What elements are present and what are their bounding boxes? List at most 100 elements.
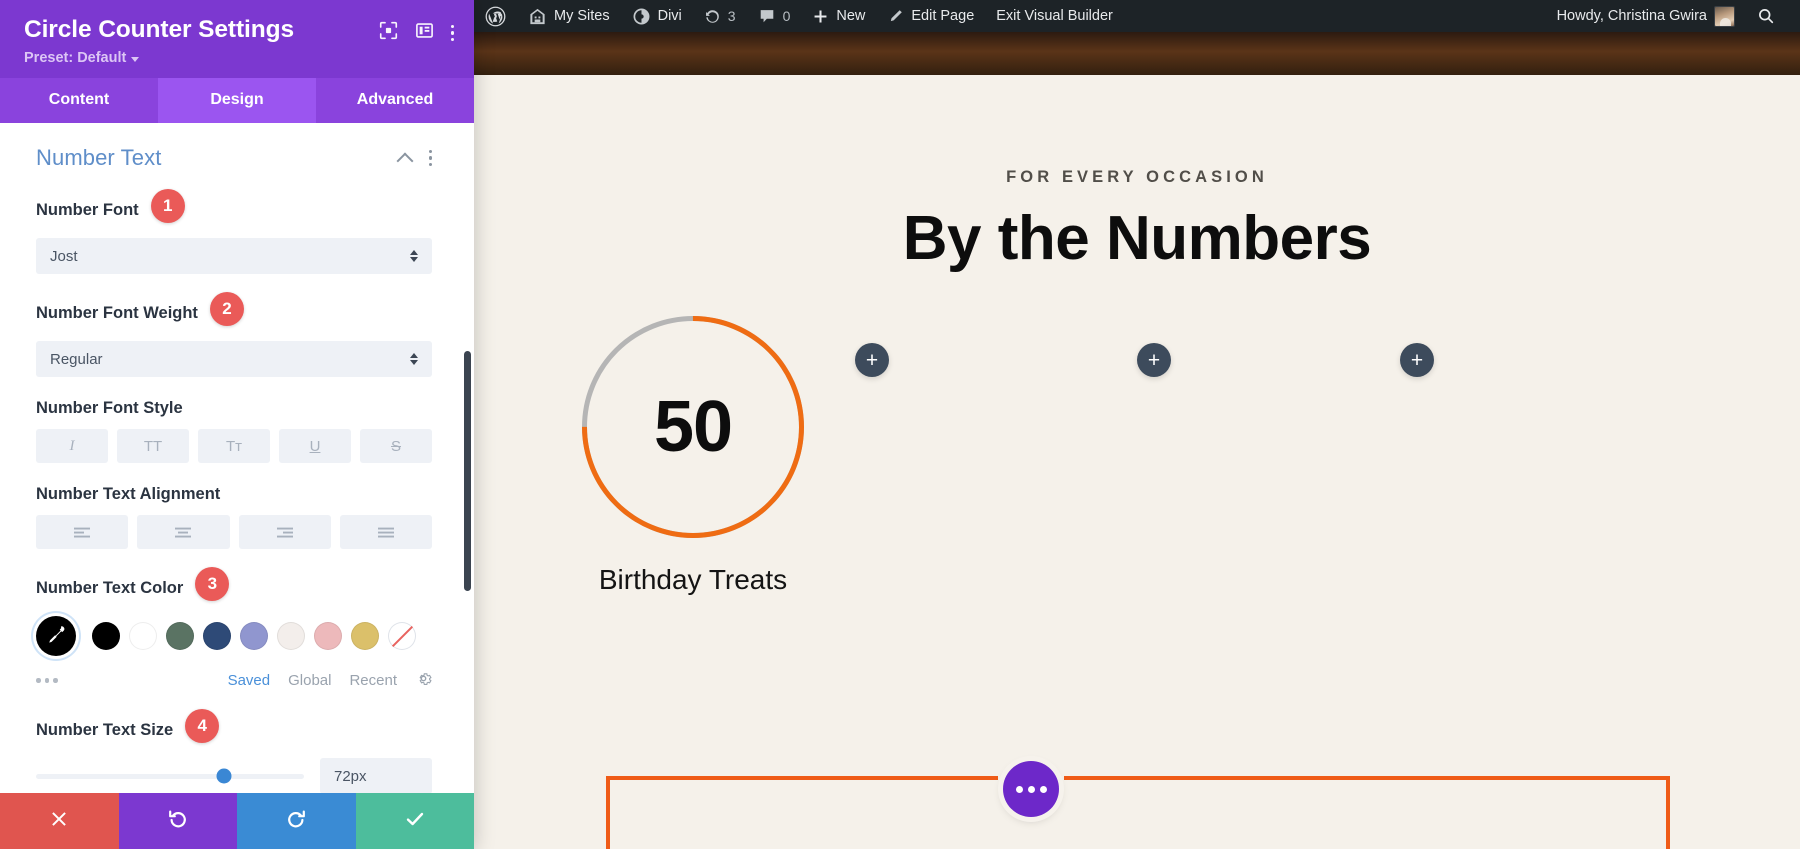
horizontal-dots-icon[interactable] <box>36 678 58 683</box>
close-icon <box>49 809 69 834</box>
edit-page-label: Edit Page <box>911 8 975 24</box>
swatch-periwinkle[interactable] <box>240 622 268 650</box>
section-settings-fab[interactable] <box>1003 761 1059 817</box>
chevron-updown-icon <box>410 353 418 365</box>
wordpress-logo-menu[interactable] <box>474 0 517 32</box>
sites-icon <box>528 7 547 26</box>
swatch-no-color[interactable] <box>388 622 416 650</box>
number-font-weight-select[interactable]: Regular <box>36 341 432 377</box>
panel-scrollbar[interactable] <box>464 351 471 591</box>
modules-row: 50 Birthday Treats + + + <box>474 270 1800 646</box>
number-font-label: Number Font <box>36 200 139 219</box>
color-tab-global[interactable]: Global <box>288 672 331 689</box>
search-button[interactable] <box>1746 0 1786 32</box>
number-text-color-label: Number Text Color <box>36 578 184 597</box>
align-justify-button[interactable] <box>339 515 432 549</box>
uppercase-button[interactable]: TT <box>117 429 189 463</box>
underline-button[interactable]: U <box>279 429 351 463</box>
circle-counter-module[interactable]: 50 Birthday Treats <box>536 270 850 596</box>
align-right-button[interactable] <box>238 515 331 549</box>
add-module-button-2[interactable]: + <box>855 343 889 377</box>
focus-target-icon[interactable] <box>379 21 398 45</box>
gear-icon[interactable] <box>415 670 432 691</box>
slider-thumb[interactable] <box>216 768 232 784</box>
panel-scroll-content: Number Text Number Font 1 Jost Number Fo… <box>0 123 474 793</box>
save-button[interactable] <box>355 793 474 849</box>
module-settings-panel: Circle Counter Settings Preset: Default … <box>0 0 474 849</box>
horizontal-dots-icon <box>1015 785 1023 793</box>
updates-icon <box>704 8 721 25</box>
undo-icon <box>167 808 189 835</box>
tab-design[interactable]: Design <box>158 78 316 123</box>
tab-advanced[interactable]: Advanced <box>316 78 474 123</box>
page-title: By the Numbers <box>902 204 1372 273</box>
my-sites-label: My Sites <box>554 8 610 24</box>
updates-menu[interactable]: 3 <box>693 0 747 32</box>
layout-toggle-icon[interactable] <box>415 21 434 45</box>
chevron-updown-icon <box>410 250 418 262</box>
callout-badge-2: 2 <box>209 292 244 326</box>
align-center-button[interactable] <box>137 515 230 549</box>
swatch-pink[interactable] <box>314 622 342 650</box>
align-left-button[interactable] <box>36 515 129 549</box>
number-text-size-value[interactable]: 72px <box>320 758 432 793</box>
panel-body: Number Text Number Font 1 Jost Number Fo… <box>0 123 474 793</box>
plus-icon: + <box>1147 348 1161 372</box>
exit-visual-builder-label: Exit Visual Builder <box>996 8 1113 24</box>
redo-button[interactable] <box>237 793 356 849</box>
number-font-select[interactable]: Jost <box>36 238 432 274</box>
check-icon <box>404 808 426 835</box>
chevron-down-icon <box>131 56 140 62</box>
exit-visual-builder-link[interactable]: Exit Visual Builder <box>985 0 1124 32</box>
admin-bar-left-group: My Sites Divi 3 0 New Edit Page Exit Vis… <box>474 0 1124 32</box>
add-module-button-4[interactable]: + <box>1400 343 1434 377</box>
number-text-size-slider[interactable] <box>36 768 304 784</box>
field-number-text-alignment: Number Text Alignment <box>36 485 432 549</box>
callout-badge-4: 4 <box>185 709 220 743</box>
cancel-button[interactable] <box>0 793 119 849</box>
panel-menu-icon[interactable] <box>450 24 454 42</box>
redo-icon <box>285 808 307 835</box>
color-tab-saved[interactable]: Saved <box>228 672 271 689</box>
new-content-menu[interactable]: New <box>801 0 876 32</box>
number-text-size-label: Number Text Size <box>36 720 174 739</box>
edit-page-link[interactable]: Edit Page <box>876 0 985 32</box>
field-number-text-color: Number Text Color 3 Saved Global Recent <box>36 567 432 691</box>
plus-icon <box>812 8 829 25</box>
swatch-black[interactable] <box>92 622 120 650</box>
color-picker-button[interactable] <box>36 616 76 656</box>
field-number-font-weight: Number Font Weight 2 Regular <box>36 292 432 377</box>
chevron-up-icon[interactable] <box>396 152 413 169</box>
swatch-white[interactable] <box>129 622 157 650</box>
divi-menu[interactable]: Divi <box>621 0 693 32</box>
swatch-sage[interactable] <box>166 622 194 650</box>
section-number-text-header[interactable]: Number Text <box>36 145 432 171</box>
number-text-alignment-label: Number Text Alignment <box>36 485 221 503</box>
tab-content[interactable]: Content <box>0 78 158 123</box>
color-tab-recent[interactable]: Recent <box>349 672 397 689</box>
panel-title: Circle Counter Settings <box>24 16 294 43</box>
italic-button[interactable]: I <box>36 429 108 463</box>
pencil-icon <box>887 8 904 25</box>
undo-button[interactable] <box>118 793 237 849</box>
add-module-button-3[interactable]: + <box>1137 343 1171 377</box>
preset-selector[interactable]: Preset: Default <box>24 50 454 66</box>
my-sites-menu[interactable]: My Sites <box>517 0 621 32</box>
panel-action-bar <box>0 793 474 849</box>
capitalize-button[interactable]: Tᴛ <box>198 429 270 463</box>
my-account-menu[interactable]: Howdy, Christina Gwira <box>1546 0 1746 32</box>
plus-icon: + <box>865 348 879 372</box>
color-swatch-row <box>36 616 432 656</box>
plus-icon: + <box>1410 348 1424 372</box>
panel-header: Circle Counter Settings Preset: Default <box>0 0 474 78</box>
section-eyebrow: FOR EVERY OCCASION <box>1006 168 1268 186</box>
callout-badge-1: 1 <box>150 189 185 223</box>
section-menu-icon[interactable] <box>428 149 432 167</box>
strikethrough-button[interactable]: S <box>360 429 432 463</box>
comments-menu[interactable]: 0 <box>747 0 802 32</box>
swatch-gold[interactable] <box>351 622 379 650</box>
swatch-navy[interactable] <box>203 622 231 650</box>
swatch-offwhite[interactable] <box>277 622 305 650</box>
color-meta-row: Saved Global Recent <box>36 670 432 691</box>
panel-header-icons <box>379 16 454 45</box>
